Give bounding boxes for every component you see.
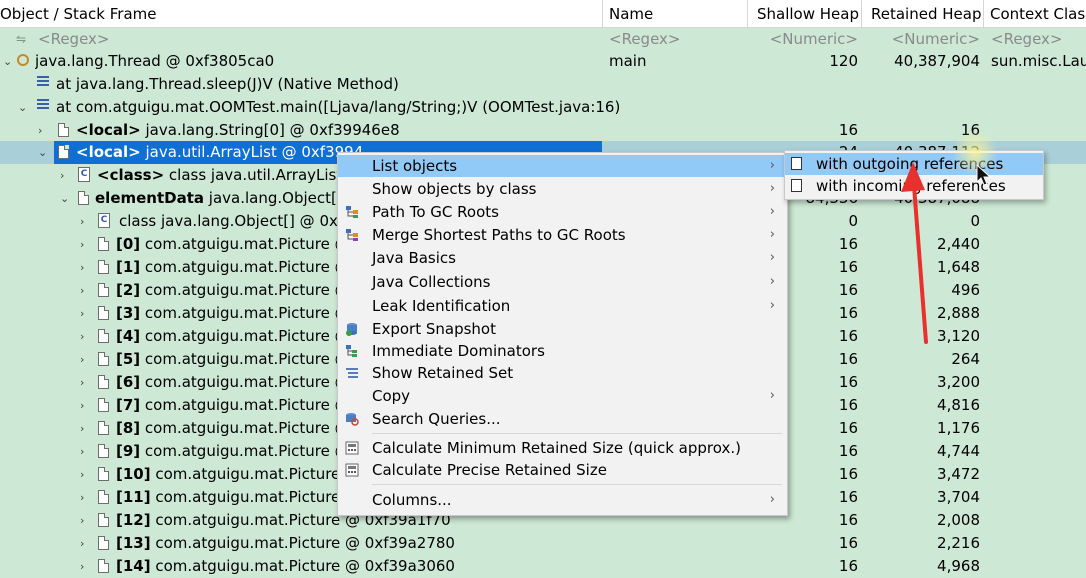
annotation-arrow	[901, 162, 928, 344]
